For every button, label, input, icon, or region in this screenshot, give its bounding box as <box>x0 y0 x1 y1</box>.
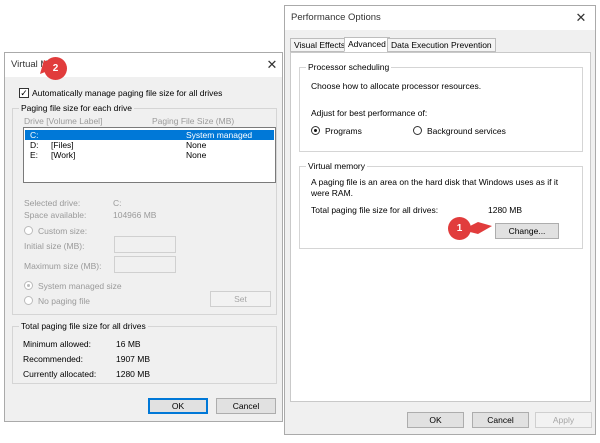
virtual-memory-description: A paging file is an area on the hard dis… <box>311 177 559 198</box>
group-title: Virtual memory <box>306 161 367 171</box>
space-available-value: 104966 MB <box>113 210 157 220</box>
virtual-memory-group: Virtual memory A paging file is an area … <box>299 161 583 249</box>
drive-label: [Work] <box>51 150 76 160</box>
group-title: Total paging file size for all drives <box>19 321 148 331</box>
total-paging-label: Total paging file size for all drives: <box>311 205 439 215</box>
paging-file-group: Paging file size for each drive Drive [V… <box>12 103 277 315</box>
adjust-label: Adjust for best performance of: <box>311 108 428 118</box>
recommended-label: Recommended: <box>23 354 84 364</box>
no-paging-file-label[interactable]: No paging file <box>38 296 90 306</box>
column-size-header: Paging File Size (MB) <box>152 116 235 126</box>
minimum-allowed-label: Minimum allowed: <box>23 339 92 349</box>
ok-button[interactable]: OK <box>407 412 464 428</box>
processor-scheduling-group: Processor scheduling Choose how to alloc… <box>299 62 583 152</box>
annotation-badge-1: 1 <box>448 217 471 240</box>
programs-radio[interactable] <box>311 126 320 135</box>
close-icon[interactable]: ✕ <box>569 9 593 27</box>
set-button[interactable]: Set <box>210 291 271 307</box>
drive-label: [Files] <box>51 140 74 150</box>
drive-letter: C: <box>30 130 39 140</box>
list-item[interactable]: D: [Files] None <box>25 140 274 150</box>
list-item[interactable]: C: System managed <box>25 130 274 140</box>
column-drive-header: Drive [Volume Label] <box>24 116 103 126</box>
custom-size-label[interactable]: Custom size: <box>38 226 87 236</box>
initial-size-input[interactable] <box>114 236 176 253</box>
window-title: Virtual M <box>11 59 49 70</box>
cancel-button[interactable]: Cancel <box>216 398 276 414</box>
maximum-size-input[interactable] <box>114 256 176 273</box>
no-paging-file-radio[interactable] <box>24 296 33 305</box>
performance-options-window: Performance Options ✕ Visual Effects Adv… <box>284 5 596 435</box>
background-services-label[interactable]: Background services <box>427 126 506 136</box>
tab-data-execution-prevention[interactable]: Data Execution Prevention <box>387 38 496 52</box>
tab-advanced[interactable]: Advanced <box>344 37 390 52</box>
virtual-memory-window: Virtual M ✕ ✓ Automatically manage pagin… <box>4 52 283 422</box>
group-title: Processor scheduling <box>306 62 392 72</box>
programs-label[interactable]: Programs <box>325 126 362 136</box>
group-title: Paging file size for each drive <box>19 103 135 113</box>
drive-size: System managed <box>186 130 253 140</box>
auto-manage-label[interactable]: Automatically manage paging file size fo… <box>32 88 222 98</box>
drive-letter: D: <box>30 140 39 150</box>
currently-allocated-value: 1280 MB <box>116 369 151 379</box>
advanced-tab-panel: Processor scheduling Choose how to alloc… <box>290 52 591 402</box>
drive-size: None <box>186 150 207 160</box>
recommended-value: 1907 MB <box>116 354 151 364</box>
maximum-size-label: Maximum size (MB): <box>24 261 102 271</box>
drive-size: None <box>186 140 207 150</box>
title-bar[interactable]: Performance Options ✕ <box>285 6 595 30</box>
change-button[interactable]: Change... <box>495 223 559 239</box>
space-available-label: Space available: <box>24 210 87 220</box>
minimum-allowed-value: 16 MB <box>116 339 141 349</box>
radio-dot <box>27 284 30 287</box>
close-icon[interactable]: ✕ <box>260 56 284 74</box>
selected-drive-value: C: <box>113 198 122 208</box>
drive-letter: E: <box>30 150 39 160</box>
total-paging-group: Total paging file size for all drives Mi… <box>12 321 277 384</box>
auto-manage-checkbox[interactable]: ✓ <box>19 88 29 98</box>
system-managed-label[interactable]: System managed size <box>38 281 122 291</box>
cancel-button[interactable]: Cancel <box>472 412 529 428</box>
drive-list[interactable]: C: System managed D: [Files] None E: [Wo… <box>23 127 276 183</box>
processor-description: Choose how to allocate processor resourc… <box>311 81 482 91</box>
custom-size-radio[interactable] <box>24 226 33 235</box>
apply-button[interactable]: Apply <box>535 412 592 428</box>
annotation-badge-2: 2 <box>44 57 67 80</box>
initial-size-label: Initial size (MB): <box>24 241 85 251</box>
total-paging-value: 1280 MB <box>488 205 523 215</box>
tab-visual-effects[interactable]: Visual Effects <box>290 38 350 52</box>
ok-button[interactable]: OK <box>148 398 208 414</box>
window-title: Performance Options <box>291 12 381 23</box>
radio-dot <box>314 129 317 132</box>
currently-allocated-label: Currently allocated: <box>23 369 97 379</box>
selected-drive-label: Selected drive: <box>24 198 81 208</box>
list-item[interactable]: E: [Work] None <box>25 150 274 160</box>
system-managed-radio[interactable] <box>24 281 33 290</box>
background-services-radio[interactable] <box>413 126 422 135</box>
